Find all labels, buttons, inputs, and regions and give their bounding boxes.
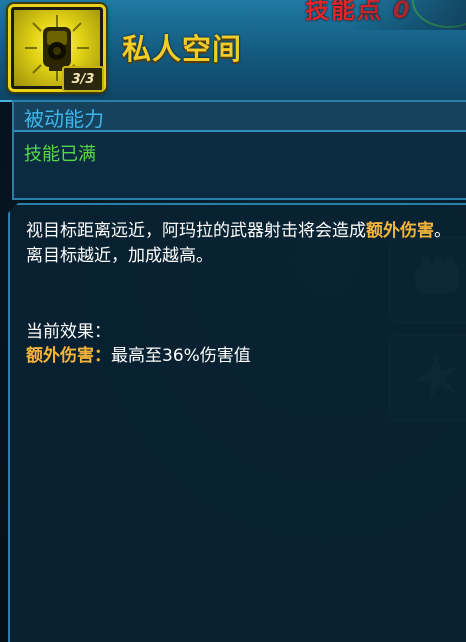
skill-maxed-status: 技能已满 [24, 144, 96, 165]
skill-description: 视目标距离远近，阿玛拉的武器射击将会造成额外伤害。离目标越近，加成越高。 [26, 219, 454, 269]
current-effect-heading: 当前效果： [26, 322, 111, 342]
skill-description-panel: 视目标距离远近，阿玛拉的武器射击将会造成额外伤害。离目标越近，加成越高。 当前效… [8, 203, 466, 642]
skill-points-counter: 技能点 0 [305, 0, 412, 25]
current-effect-row: 额外伤害：最高至36%伤害值 [26, 341, 251, 366]
description-text-start: 视目标距离远近，阿玛拉的武器射击将会造成 [26, 221, 366, 241]
effect-value: 最高至36%伤害值 [111, 346, 251, 366]
tooltip-header: 技能点 0 3/3 私人空间 [0, 0, 466, 102]
skill-points-value: 0 [393, 0, 412, 24]
skill-type-panel: 被动能力 技能已满 [12, 100, 466, 200]
skill-title: 私人空间 [122, 32, 243, 66]
bonus-damage-keyword: 额外伤害 [366, 221, 434, 241]
skill-tree-orb-icon [412, 0, 466, 28]
skill-tooltip: 技能点 0 3/3 私人空间 被动能力 技能已满 视目标距离远近，阿玛拉的武器射… [0, 0, 466, 642]
effect-label: 额外伤害： [26, 346, 111, 366]
skill-type-bar: 被动能力 [14, 102, 466, 132]
skill-type-label: 被动能力 [24, 107, 104, 131]
skill-rank-badge: 3/3 [62, 66, 104, 92]
skill-points-label: 技能点 [305, 0, 383, 24]
